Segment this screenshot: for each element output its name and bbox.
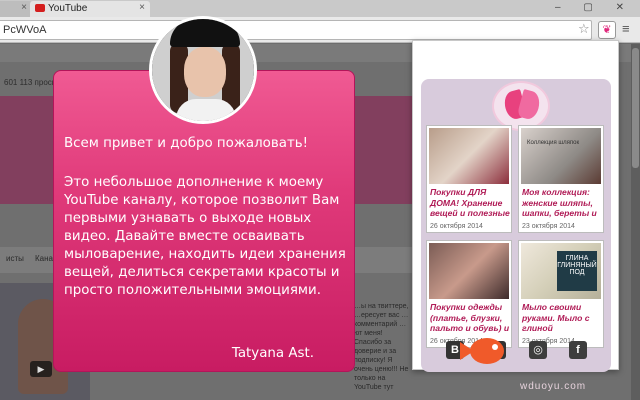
video-card[interactable]: Коллекция шляпок Моя коллекция: женские … bbox=[518, 125, 604, 233]
video-card-thumbnail[interactable] bbox=[429, 128, 509, 184]
thumb-caption: ГЛИНА ГЛИНЯНЫЙ ПОД bbox=[557, 251, 597, 291]
facebook-icon[interactable]: f bbox=[569, 341, 587, 359]
close-icon[interactable]: × bbox=[21, 2, 27, 13]
scrollbar-thumb[interactable] bbox=[632, 48, 639, 168]
video-card-title[interactable]: Покупки одежды (платье, блузки, пальто и… bbox=[430, 302, 510, 334]
view-count: 601 113 просм bbox=[4, 78, 58, 87]
tab-strip: × YouTube × – ▢ ✕ bbox=[0, 0, 640, 17]
instagram-icon[interactable]: ◎ bbox=[529, 341, 547, 359]
video-card-date: 23 октября 2014 bbox=[522, 223, 575, 230]
video-card-title[interactable]: Моя коллекция: женские шляпы, шапки, бер… bbox=[522, 187, 602, 219]
bookmark-star-icon[interactable]: ☆ bbox=[578, 21, 590, 37]
hat-shape bbox=[170, 19, 240, 47]
video-card-title[interactable]: Покупки ДЛЯ ДОМА! Хранение вещей и полез… bbox=[430, 187, 510, 219]
play-icon[interactable]: ▶ bbox=[30, 361, 52, 377]
extension-butterfly-icon[interactable]: ❦ bbox=[598, 21, 616, 39]
welcome-signature: Tatyana Ast. bbox=[231, 346, 314, 361]
welcome-body: Это небольшое дополнение к моему YouTube… bbox=[64, 175, 346, 298]
page-scrollbar[interactable] bbox=[631, 44, 640, 400]
video-card-title[interactable]: Мыло своими руками. Мыло с глиной bbox=[522, 302, 602, 334]
tab-youtube[interactable]: YouTube × bbox=[30, 1, 150, 17]
video-card[interactable]: Покупки ДЛЯ ДОМА! Хранение вещей и полез… bbox=[426, 125, 512, 233]
panel-content: Покупки ДЛЯ ДОМА! Хранение вещей и полез… bbox=[421, 79, 611, 372]
video-card-thumbnail[interactable]: ГЛИНА ГЛИНЯНЫЙ ПОД bbox=[521, 243, 601, 299]
butterfly-logo-icon bbox=[492, 81, 550, 131]
window-controls[interactable]: – ▢ ✕ bbox=[555, 2, 634, 13]
video-card-thumbnail[interactable] bbox=[429, 243, 509, 299]
close-icon[interactable]: × bbox=[139, 2, 145, 13]
tab-1[interactable]: × bbox=[0, 1, 32, 17]
youtube-favicon-icon bbox=[35, 4, 45, 12]
video-card[interactable]: ГЛИНА ГЛИНЯНЫЙ ПОД Мыло своими руками. М… bbox=[518, 240, 604, 348]
address-bar[interactable]: PcWVoA bbox=[0, 20, 592, 40]
video-card-date: 26 октября 2014 bbox=[430, 223, 483, 230]
browser-menu-icon[interactable]: ≡ bbox=[622, 21, 630, 36]
comment-text: …ы на твиттере, …ересует вас …комментари… bbox=[354, 303, 409, 391]
watermark: wduoyu.com bbox=[520, 381, 587, 392]
thumb-caption: Коллекция шляпок bbox=[527, 140, 580, 146]
fish-logo-icon bbox=[460, 332, 508, 368]
video-card-thumbnail[interactable]: Коллекция шляпок bbox=[521, 128, 601, 184]
welcome-greeting: Всем привет и добро пожаловать! bbox=[64, 136, 309, 151]
tab-label: YouTube bbox=[48, 3, 88, 14]
author-avatar bbox=[149, 16, 257, 124]
nav-item[interactable]: исты bbox=[6, 254, 24, 263]
nav-item[interactable]: Кана bbox=[35, 254, 53, 263]
extension-panel: Покупки ДЛЯ ДОМА! Хранение вещей и полез… bbox=[412, 40, 619, 372]
